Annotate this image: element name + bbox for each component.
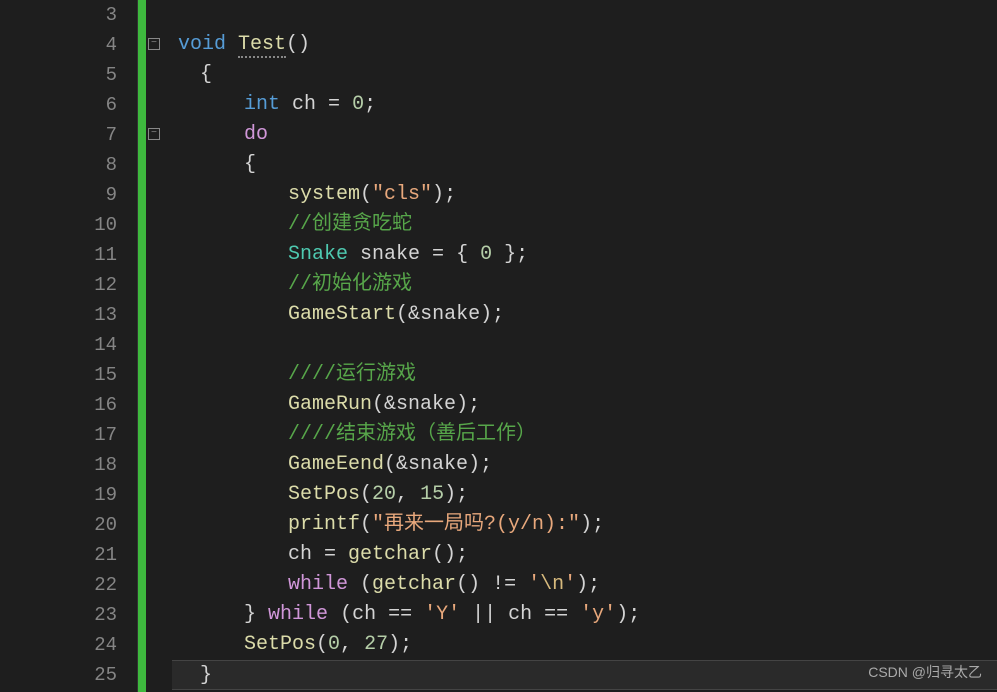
code-line[interactable]: do [172, 120, 997, 150]
code-area[interactable]: void Test() { int ch = 0; do { system("c… [166, 0, 997, 692]
code-line[interactable]: system("cls"); [172, 180, 997, 210]
line-number: 22 [0, 570, 137, 600]
line-number: 19 [0, 480, 137, 510]
line-number: 4 [0, 30, 137, 60]
code-line[interactable]: GameEend(&snake); [172, 450, 997, 480]
line-number: 5 [0, 60, 137, 90]
change-marker [138, 0, 146, 692]
code-line[interactable]: //创建贪吃蛇 [172, 210, 997, 240]
fold-minus-icon[interactable]: − [148, 38, 160, 50]
line-number: 15 [0, 360, 137, 390]
keyword-while: while [288, 573, 348, 596]
line-number: 17 [0, 420, 137, 450]
code-line[interactable]: while (getchar() != '\n'); [172, 570, 997, 600]
line-number: 6 [0, 90, 137, 120]
line-number: 7 [0, 120, 137, 150]
code-line[interactable]: int ch = 0; [172, 90, 997, 120]
type-name: Snake [288, 243, 348, 266]
code-line[interactable]: GameStart(&snake); [172, 300, 997, 330]
code-line[interactable]: { [172, 60, 997, 90]
line-number: 16 [0, 390, 137, 420]
function-name: Test [238, 33, 286, 58]
line-number: 18 [0, 450, 137, 480]
code-line[interactable]: } while (ch == 'Y' || ch == 'y'); [172, 600, 997, 630]
line-number: 8 [0, 150, 137, 180]
code-line[interactable]: //初始化游戏 [172, 270, 997, 300]
comment: //创建贪吃蛇 [288, 213, 412, 236]
code-line[interactable]: void Test() [172, 30, 997, 60]
line-number: 9 [0, 180, 137, 210]
code-line[interactable]: ch = getchar(); [172, 540, 997, 570]
keyword-while: while [268, 603, 328, 626]
line-number: 12 [0, 270, 137, 300]
comment: ////运行游戏 [288, 363, 416, 386]
code-line[interactable]: ////结束游戏（善后工作） [172, 420, 997, 450]
keyword-do: do [244, 123, 268, 146]
line-number: 14 [0, 330, 137, 360]
line-number: 11 [0, 240, 137, 270]
line-number: 24 [0, 630, 137, 660]
code-line[interactable]: ////运行游戏 [172, 360, 997, 390]
watermark: CSDN @归寻太乙 [868, 657, 982, 687]
code-line[interactable]: SetPos(20, 15); [172, 480, 997, 510]
line-number: 3 [0, 0, 137, 30]
code-line[interactable] [172, 330, 997, 360]
code-editor: 3 4 5 6 7 8 9 10 11 12 13 14 15 16 17 18… [0, 0, 997, 692]
line-number: 10 [0, 210, 137, 240]
code-line[interactable]: Snake snake = { 0 }; [172, 240, 997, 270]
fold-minus-icon[interactable]: − [148, 128, 160, 140]
comment: //初始化游戏 [288, 273, 412, 296]
keyword-int: int [244, 93, 280, 116]
comment: ////结束游戏（善后工作） [288, 423, 536, 446]
code-line[interactable]: SetPos(0, 27); [172, 630, 997, 660]
keyword-void: void [178, 33, 226, 56]
line-number: 25 [0, 660, 137, 690]
line-number: 13 [0, 300, 137, 330]
code-line[interactable] [172, 0, 997, 30]
fold-column: − − [146, 0, 166, 692]
code-line[interactable]: GameRun(&snake); [172, 390, 997, 420]
code-line[interactable]: { [172, 150, 997, 180]
line-number: 23 [0, 600, 137, 630]
line-number: 21 [0, 540, 137, 570]
line-gutter: 3 4 5 6 7 8 9 10 11 12 13 14 15 16 17 18… [0, 0, 138, 692]
code-line[interactable]: printf("再来一局吗?(y/n):"); [172, 510, 997, 540]
line-number: 20 [0, 510, 137, 540]
